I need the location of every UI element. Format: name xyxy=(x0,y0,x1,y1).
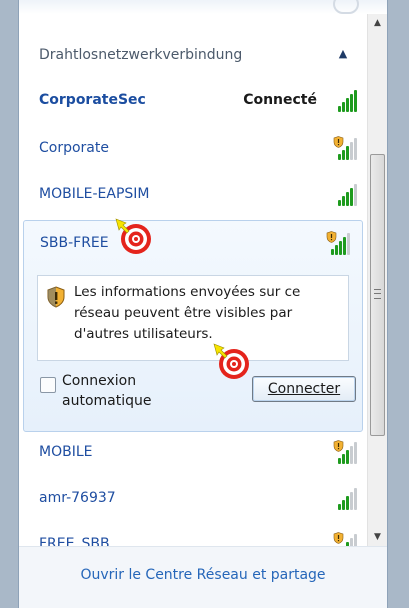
signal-bar xyxy=(331,249,334,255)
panel-footer: Ouvrir le Centre Réseau et partage xyxy=(19,546,387,608)
signal-bar xyxy=(342,500,345,510)
signal-bar xyxy=(342,196,345,206)
shield-warning-icon xyxy=(47,286,65,308)
open-network-center-link[interactable]: Ouvrir le Centre Réseau et partage xyxy=(19,567,387,583)
auto-connect-checkbox[interactable] xyxy=(40,377,56,393)
signal-bar xyxy=(338,504,341,510)
signal-bar xyxy=(346,450,349,464)
connection-status: Connecté xyxy=(243,92,317,108)
security-shield-icon xyxy=(333,440,344,452)
signal-bar xyxy=(338,200,341,206)
signal-bar xyxy=(335,245,338,255)
network-name: MOBILE-EAPSIM xyxy=(39,186,150,202)
network-name: amr-76937 xyxy=(39,490,116,506)
security-shield-icon xyxy=(333,532,344,544)
signal-bar xyxy=(354,138,357,160)
signal-bar xyxy=(350,446,353,464)
secured-signal-icon xyxy=(333,136,359,160)
signal-bar xyxy=(350,492,353,510)
signal-bar xyxy=(346,192,349,206)
signal-bar xyxy=(342,150,345,160)
signal-bar xyxy=(346,146,349,160)
signal-bar xyxy=(346,496,349,510)
signal-bar xyxy=(350,94,353,112)
click-target-marker-icon xyxy=(213,343,249,379)
signal-strength-icon xyxy=(333,88,359,112)
signal-bar xyxy=(338,154,341,160)
security-warning-box: Les informations envoyées sur ce réseau … xyxy=(37,275,349,361)
scroll-thumb[interactable] xyxy=(370,154,385,436)
network-item-mobile[interactable]: MOBILE xyxy=(19,434,367,474)
signal-bar xyxy=(350,538,353,546)
signal-bar xyxy=(354,534,357,546)
signal-bar xyxy=(338,458,341,464)
signal-strength-icon xyxy=(333,486,359,510)
signal-bar xyxy=(350,142,353,160)
signal-bar xyxy=(354,488,357,510)
signal-bar xyxy=(342,102,345,112)
signal-bar xyxy=(354,442,357,464)
connect-button[interactable]: Connecter xyxy=(252,376,356,402)
signal-bar xyxy=(338,106,341,112)
secured-signal-icon xyxy=(333,440,359,464)
network-name: CorporateSec xyxy=(39,92,146,108)
signal-bar xyxy=(350,188,353,206)
auto-connect-label[interactable]: Connexion automatique xyxy=(62,371,202,411)
scroll-up-arrow-icon[interactable]: ▲ xyxy=(368,14,387,32)
secured-signal-icon xyxy=(333,532,359,546)
signal-bar xyxy=(347,233,350,255)
network-name: SBB-FREE xyxy=(40,235,109,251)
section-title: Drahtlosnetzwerkverbindung xyxy=(39,47,243,63)
panel-top-strip xyxy=(19,0,387,14)
network-item-corporatesec[interactable]: CorporateSec Connecté xyxy=(19,82,367,122)
network-name: FREE_SBB xyxy=(39,536,110,546)
section-header[interactable]: Drahtlosnetzwerkverbindung ▲ xyxy=(27,40,353,70)
signal-strength-icon xyxy=(333,182,359,206)
vertical-scrollbar[interactable]: ▲ ▼ xyxy=(367,14,387,546)
network-item-mobile-eapsim[interactable]: MOBILE-EAPSIM xyxy=(19,176,367,216)
scroll-grip-icon xyxy=(374,289,381,299)
network-item-free-sbb[interactable]: FREE_SBB xyxy=(19,526,367,546)
signal-bar xyxy=(343,237,346,255)
wireless-networks-panel: Drahtlosnetzwerkverbindung ▲ CorporateSe… xyxy=(18,0,388,608)
secured-signal-icon xyxy=(326,231,352,255)
signal-bar xyxy=(339,241,342,255)
network-name: MOBILE xyxy=(39,444,93,460)
click-target-marker-icon xyxy=(115,218,151,254)
chevron-up-icon[interactable]: ▲ xyxy=(335,47,351,63)
security-shield-icon xyxy=(333,136,344,148)
security-shield-icon xyxy=(326,231,337,243)
network-item-amr-76937[interactable]: amr-76937 xyxy=(19,480,367,520)
network-item-corporate[interactable]: Corporate xyxy=(19,130,367,170)
signal-bar xyxy=(354,90,357,112)
expanded-network-sbb-free[interactable]: SBB-FREE Les informations envoyées sur c… xyxy=(23,220,363,432)
signal-bar xyxy=(342,454,345,464)
scroll-down-arrow-icon[interactable]: ▼ xyxy=(368,528,387,546)
connect-button-label: Connecter xyxy=(267,381,341,397)
network-list: Drahtlosnetzwerkverbindung ▲ CorporateSe… xyxy=(19,14,367,546)
signal-bar xyxy=(354,184,357,206)
signal-bar xyxy=(346,98,349,112)
warning-text: Les informations envoyées sur ce réseau … xyxy=(74,284,301,342)
network-name: Corporate xyxy=(39,140,109,156)
